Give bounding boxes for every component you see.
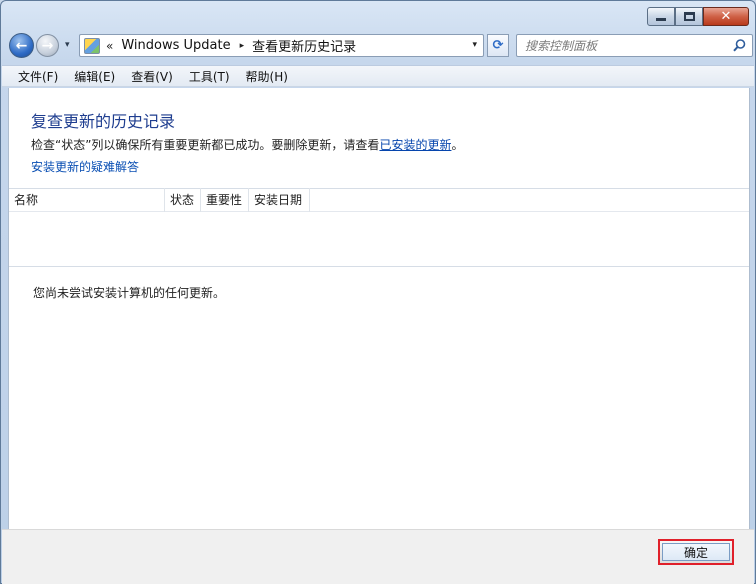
minimize-button[interactable] bbox=[647, 7, 675, 26]
refresh-button[interactable]: ⟳ bbox=[487, 34, 509, 57]
ok-label: 确定 bbox=[683, 545, 708, 560]
empty-history-message: 您尚未尝试安装计算机的任何更新。 bbox=[33, 286, 226, 300]
ok-button[interactable]: 确定 bbox=[658, 539, 734, 565]
close-icon: ✕ bbox=[720, 9, 732, 24]
minimize-icon bbox=[656, 18, 666, 21]
control-panel-icon bbox=[84, 37, 100, 54]
column-importance[interactable]: 重要性 bbox=[201, 188, 249, 212]
maximize-button[interactable] bbox=[675, 7, 703, 26]
back-arrow-icon: ← bbox=[15, 37, 28, 54]
menu-help[interactable]: 帮助(H) bbox=[238, 68, 296, 85]
search-box bbox=[516, 34, 753, 57]
breadcrumb-windows-update[interactable]: Windows Update bbox=[121, 38, 230, 53]
back-button[interactable]: ← bbox=[9, 33, 34, 58]
menu-view[interactable]: 查看(V) bbox=[123, 68, 181, 85]
installed-updates-link[interactable]: 已安装的更新 bbox=[379, 138, 451, 152]
window: ✕ ← → ▾ « Windows Update ▸ 查看更新历史记录 ▾ ⟳ … bbox=[0, 0, 756, 584]
menu-tools[interactable]: 工具(T) bbox=[181, 68, 238, 85]
description-end: 。 bbox=[451, 138, 464, 152]
menu-file[interactable]: 文件(F) bbox=[10, 68, 66, 85]
breadcrumb-view-history[interactable]: 查看更新历史记录 bbox=[252, 36, 356, 55]
maximize-icon bbox=[683, 12, 695, 21]
menu-edit[interactable]: 编辑(E) bbox=[66, 68, 123, 85]
column-install-date[interactable]: 安装日期 bbox=[249, 188, 310, 212]
content-pane: 复查更新的历史记录 检查“状态”列以确保所有重要更新都已成功。要删除更新，请查看… bbox=[8, 88, 750, 529]
column-name[interactable]: 名称 bbox=[9, 188, 165, 212]
address-bar[interactable]: « Windows Update ▸ 查看更新历史记录 ▾ bbox=[79, 34, 484, 57]
forward-button[interactable]: → bbox=[36, 34, 59, 57]
close-button[interactable]: ✕ bbox=[703, 7, 749, 26]
search-icon[interactable] bbox=[733, 39, 746, 52]
refresh-icon: ⟳ bbox=[492, 38, 504, 53]
page-description: 检查“状态”列以确保所有重要更新都已成功。要删除更新，请查看已安装的更新。 bbox=[31, 136, 463, 153]
recent-pages-dropdown-icon[interactable]: ▾ bbox=[65, 40, 70, 50]
description-text: 检查“状态”列以确保所有重要更新都已成功。要删除更新，请查看 bbox=[31, 138, 380, 152]
footer-bar bbox=[2, 529, 754, 584]
table-header: 名称 状态 重要性 安装日期 bbox=[9, 188, 749, 212]
address-overflow-chevron[interactable]: « bbox=[106, 39, 113, 53]
page-title: 复查更新的历史记录 bbox=[31, 112, 176, 131]
ok-button-face: 确定 bbox=[662, 543, 730, 561]
breadcrumb-separator-icon[interactable]: ▸ bbox=[240, 41, 245, 51]
divider bbox=[9, 266, 749, 267]
forward-arrow-icon: → bbox=[41, 37, 54, 54]
search-input[interactable] bbox=[517, 35, 717, 56]
menu-bar: 文件(F) 编辑(E) 查看(V) 工具(T) 帮助(H) bbox=[2, 65, 754, 87]
address-dropdown-icon[interactable]: ▾ bbox=[472, 40, 477, 50]
troubleshoot-link[interactable]: 安装更新的疑难解答 bbox=[31, 158, 139, 175]
caption-buttons: ✕ bbox=[647, 7, 749, 26]
navigation-bar: ← → ▾ « Windows Update ▸ 查看更新历史记录 ▾ ⟳ bbox=[9, 33, 753, 59]
column-status[interactable]: 状态 bbox=[165, 188, 201, 212]
